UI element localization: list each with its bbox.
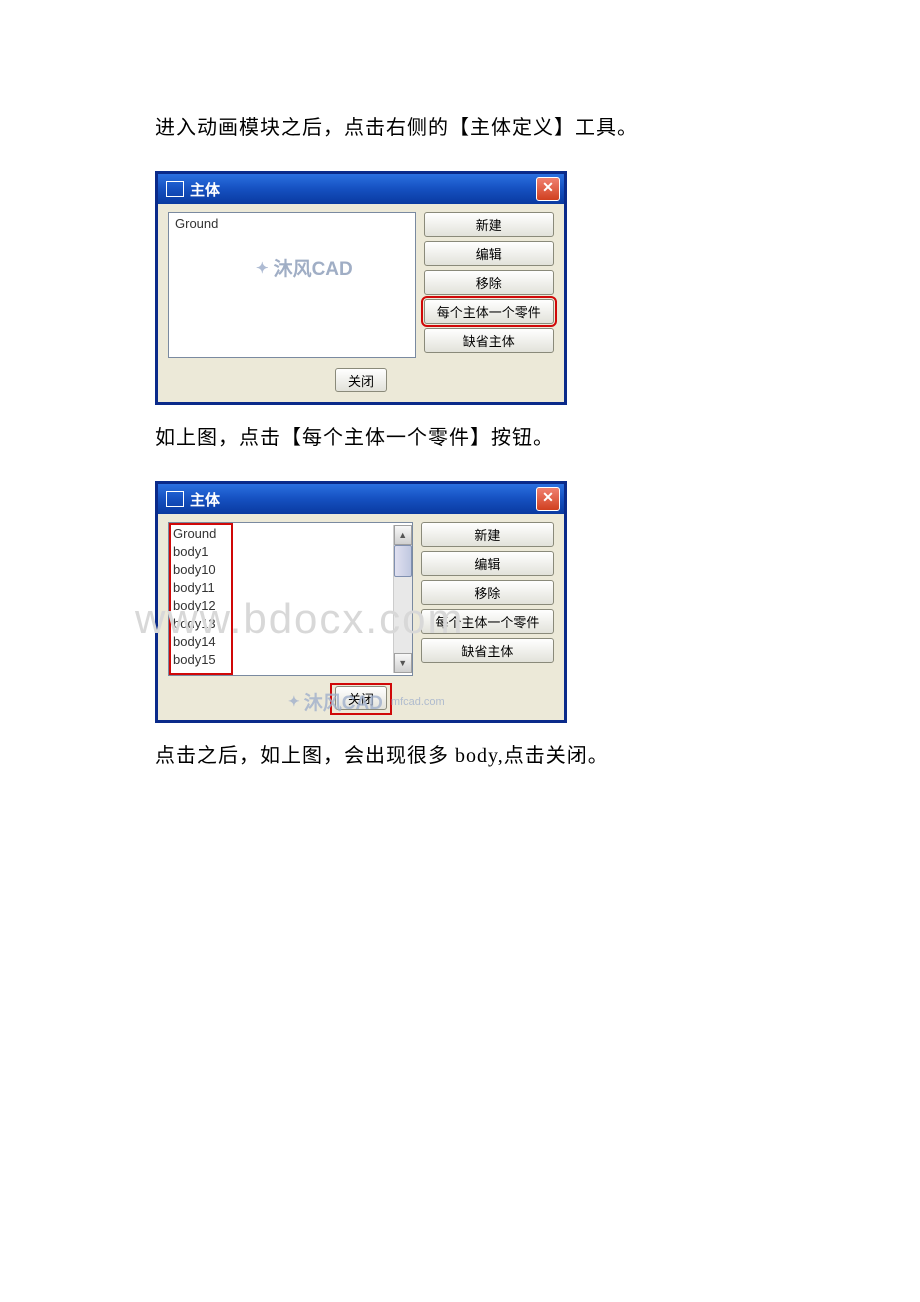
titlebar[interactable]: 主体 ✕ [158, 484, 564, 514]
list-item[interactable]: Ground [175, 215, 409, 233]
edit-button[interactable]: 编辑 [421, 551, 554, 576]
default-subject-button[interactable]: 缺省主体 [424, 328, 554, 353]
scroll-down-icon[interactable]: ▼ [394, 653, 412, 673]
remove-button[interactable]: 移除 [421, 580, 554, 605]
list-item[interactable]: body15 [173, 651, 229, 669]
subject-listbox[interactable]: Ground [168, 212, 416, 358]
paragraph-3: 点击之后，如上图，会出现很多 body,点击关闭。 [155, 738, 770, 774]
window-title: 主体 [190, 179, 536, 200]
list-item[interactable]: body1 [173, 543, 229, 561]
list-item[interactable]: body13 [173, 615, 229, 633]
one-part-per-subject-button[interactable]: 每个主体一个零件 [424, 299, 554, 324]
paragraph-2: 如上图，点击【每个主体一个零件】按钮。 [155, 420, 770, 456]
dialog-subject-2: 主体 ✕ Ground body1 body10 body11 body12 b… [155, 481, 567, 723]
close-button[interactable]: 关闭 [335, 368, 387, 392]
default-subject-button[interactable]: 缺省主体 [421, 638, 554, 663]
remove-button[interactable]: 移除 [424, 270, 554, 295]
new-button[interactable]: 新建 [424, 212, 554, 237]
scrollbar[interactable]: ▲ ▼ [393, 525, 412, 673]
list-item[interactable]: body12 [173, 597, 229, 615]
edit-button[interactable]: 编辑 [424, 241, 554, 266]
close-icon[interactable]: ✕ [536, 177, 560, 201]
window-icon [166, 491, 184, 507]
list-item[interactable]: Ground [173, 525, 229, 543]
new-button[interactable]: 新建 [421, 522, 554, 547]
paragraph-1: 进入动画模块之后，点击右侧的【主体定义】工具。 [155, 110, 770, 146]
scroll-thumb[interactable] [394, 545, 412, 577]
one-part-per-subject-button[interactable]: 每个主体一个零件 [421, 609, 554, 634]
scroll-up-icon[interactable]: ▲ [394, 525, 412, 545]
close-icon[interactable]: ✕ [536, 487, 560, 511]
window-icon [166, 181, 184, 197]
list-item[interactable]: body14 [173, 633, 229, 651]
close-button[interactable]: 关闭 [335, 686, 387, 710]
subject-listbox[interactable]: Ground body1 body10 body11 body12 body13… [168, 522, 413, 676]
titlebar[interactable]: 主体 ✕ [158, 174, 564, 204]
list-item[interactable]: body10 [173, 561, 229, 579]
dialog-subject-1: 主体 ✕ Ground 新建 编辑 移除 每个主体一个零件 缺省主体 沐风CAD [155, 171, 567, 405]
window-title: 主体 [190, 489, 536, 510]
list-item[interactable]: body11 [173, 579, 229, 597]
